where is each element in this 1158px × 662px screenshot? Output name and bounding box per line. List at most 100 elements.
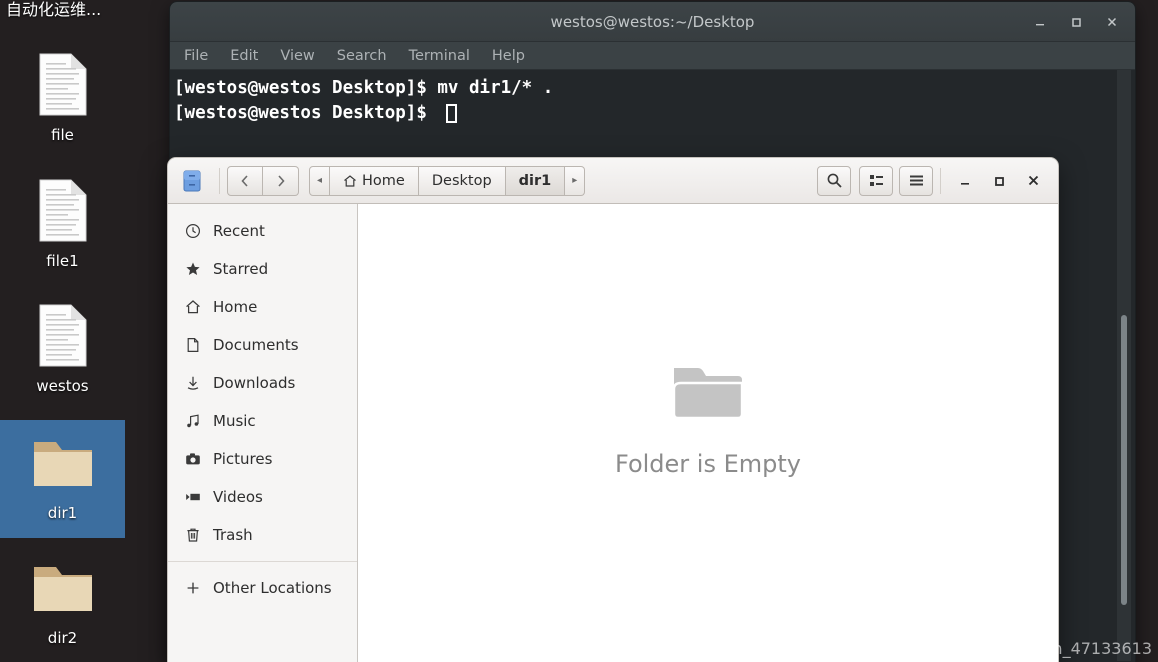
download-icon bbox=[184, 375, 201, 391]
document-icon bbox=[38, 50, 88, 120]
maximize-button[interactable] bbox=[982, 164, 1016, 198]
star-icon bbox=[184, 261, 201, 277]
minimize-icon bbox=[961, 182, 969, 185]
menu-search[interactable]: Search bbox=[337, 48, 387, 64]
chevron-left-icon bbox=[241, 174, 248, 187]
breadcrumb-scroll-right[interactable]: ▸ bbox=[565, 165, 586, 196]
breadcrumb-scroll-left[interactable]: ◂ bbox=[309, 165, 331, 196]
desktop-icon-file[interactable]: file bbox=[0, 42, 125, 160]
breadcrumb-label: Desktop bbox=[431, 172, 492, 189]
desktop-icon-label: westos bbox=[36, 377, 89, 395]
close-button[interactable] bbox=[1095, 7, 1129, 37]
desktop-icon-label: file1 bbox=[46, 252, 79, 270]
terminal-scrollbar-thumb[interactable] bbox=[1121, 315, 1127, 605]
plus-icon bbox=[184, 580, 201, 596]
view-grid-button[interactable] bbox=[859, 165, 893, 196]
desktop-icon-dir1[interactable]: dir1 bbox=[0, 420, 125, 538]
sidebar-item-music[interactable]: Music bbox=[168, 402, 357, 440]
chevron-right-icon bbox=[277, 174, 285, 187]
desktop-icon-westos[interactable]: westos bbox=[0, 293, 125, 411]
desktop-icon-file1[interactable]: file1 bbox=[0, 168, 125, 286]
sidebar-item-label: Music bbox=[213, 412, 256, 430]
terminal-menubar: File Edit View Search Terminal Help bbox=[170, 42, 1135, 70]
menu-help[interactable]: Help bbox=[492, 48, 525, 64]
breadcrumb-item-desktop[interactable]: Desktop bbox=[418, 165, 506, 196]
sidebar-item-label: Other Locations bbox=[213, 579, 332, 597]
folder-icon bbox=[32, 553, 94, 623]
file-manager-body: Recent Starred Home Documents Downloads … bbox=[168, 204, 1058, 662]
terminal-cursor bbox=[446, 104, 458, 123]
forward-button[interactable] bbox=[263, 165, 299, 196]
nav-buttons bbox=[227, 165, 299, 196]
back-button[interactable] bbox=[227, 165, 263, 196]
maximize-button[interactable] bbox=[1059, 7, 1093, 37]
sidebar-item-label: Trash bbox=[213, 526, 253, 544]
minimize-button[interactable] bbox=[1023, 7, 1057, 37]
music-icon bbox=[184, 413, 201, 429]
trash-icon bbox=[184, 527, 201, 543]
caret-right-icon: ▸ bbox=[572, 175, 578, 186]
menu-file[interactable]: File bbox=[184, 48, 208, 64]
sidebar-item-other-locations[interactable]: Other Locations bbox=[168, 569, 357, 607]
close-icon bbox=[1107, 17, 1117, 27]
file-manager-window[interactable]: ◂ Home Desktop dir1 ▸ Recent Starred Hom… bbox=[168, 158, 1058, 662]
desktop-icon-label: dir1 bbox=[47, 504, 78, 522]
file-manager-sidebar: Recent Starred Home Documents Downloads … bbox=[168, 204, 358, 662]
header-divider bbox=[940, 167, 941, 194]
terminal-window-controls bbox=[1023, 2, 1129, 42]
terminal-titlebar[interactable]: westos@westos:~/Desktop bbox=[170, 2, 1135, 42]
desktop-icon-dir2[interactable]: dir2 bbox=[0, 545, 125, 662]
terminal-scrollbar[interactable] bbox=[1117, 70, 1131, 661]
sidebar-item-label: Downloads bbox=[213, 374, 296, 392]
terminal-line-text: [westos@westos Desktop]$ mv dir1/* . bbox=[174, 78, 554, 98]
sidebar-item-home[interactable]: Home bbox=[168, 288, 357, 326]
desktop-icon-label: file bbox=[51, 126, 74, 144]
sidebar-item-label: Documents bbox=[213, 336, 299, 354]
breadcrumb-item-home[interactable]: Home bbox=[330, 165, 419, 196]
maximize-icon bbox=[995, 176, 1004, 186]
search-button[interactable] bbox=[817, 165, 851, 196]
minimize-button[interactable] bbox=[948, 164, 982, 198]
document-icon bbox=[38, 176, 88, 246]
files-cabinet-icon bbox=[176, 170, 208, 192]
hamburger-icon bbox=[909, 175, 923, 186]
breadcrumb-label: Home bbox=[362, 172, 405, 189]
menu-button[interactable] bbox=[899, 165, 933, 196]
sidebar-item-pictures[interactable]: Pictures bbox=[168, 440, 357, 478]
sidebar-item-starred[interactable]: Starred bbox=[168, 250, 357, 288]
desktop-icon-label: dir2 bbox=[47, 629, 78, 647]
file-list-area[interactable]: Folder is Empty bbox=[358, 204, 1058, 662]
sidebar-item-trash[interactable]: Trash bbox=[168, 516, 357, 554]
sidebar-item-documents[interactable]: Documents bbox=[168, 326, 357, 364]
header-right-controls bbox=[817, 164, 1050, 198]
clock-icon bbox=[184, 223, 201, 239]
sidebar-item-downloads[interactable]: Downloads bbox=[168, 364, 357, 402]
terminal-command-line: [westos@westos Desktop]$ mv dir1/* . bbox=[174, 76, 1135, 101]
document-icon bbox=[38, 301, 88, 371]
video-icon bbox=[184, 489, 201, 505]
header-divider bbox=[219, 167, 220, 194]
sidebar-item-label: Videos bbox=[213, 488, 263, 506]
empty-folder-message: Folder is Empty bbox=[615, 450, 801, 478]
menu-terminal[interactable]: Terminal bbox=[409, 48, 470, 64]
breadcrumb: ◂ Home Desktop dir1 ▸ bbox=[309, 165, 586, 196]
menu-edit[interactable]: Edit bbox=[230, 48, 258, 64]
terminal-prompt-line: [westos@westos Desktop]$ bbox=[174, 101, 1135, 126]
close-icon bbox=[1028, 175, 1038, 186]
menu-view[interactable]: View bbox=[280, 48, 314, 64]
desktop-corner-label: 自动化运维... bbox=[6, 0, 102, 19]
home-icon bbox=[344, 174, 356, 187]
sidebar-item-label: Home bbox=[213, 298, 258, 316]
breadcrumb-item-dir1[interactable]: dir1 bbox=[505, 165, 566, 196]
sidebar-item-recent[interactable]: Recent bbox=[168, 212, 357, 250]
close-button[interactable] bbox=[1016, 164, 1050, 198]
terminal-title: westos@westos:~/Desktop bbox=[550, 12, 755, 31]
camera-icon bbox=[184, 451, 201, 467]
home-icon bbox=[184, 299, 201, 315]
maximize-icon bbox=[1072, 18, 1081, 27]
sidebar-item-videos[interactable]: Videos bbox=[168, 478, 357, 516]
screen-root: 自动化运维... file file1 westos dir1 dir2 wes… bbox=[0, 0, 1158, 662]
document-icon bbox=[184, 337, 201, 353]
sidebar-item-label: Pictures bbox=[213, 450, 273, 468]
search-icon bbox=[827, 173, 842, 188]
